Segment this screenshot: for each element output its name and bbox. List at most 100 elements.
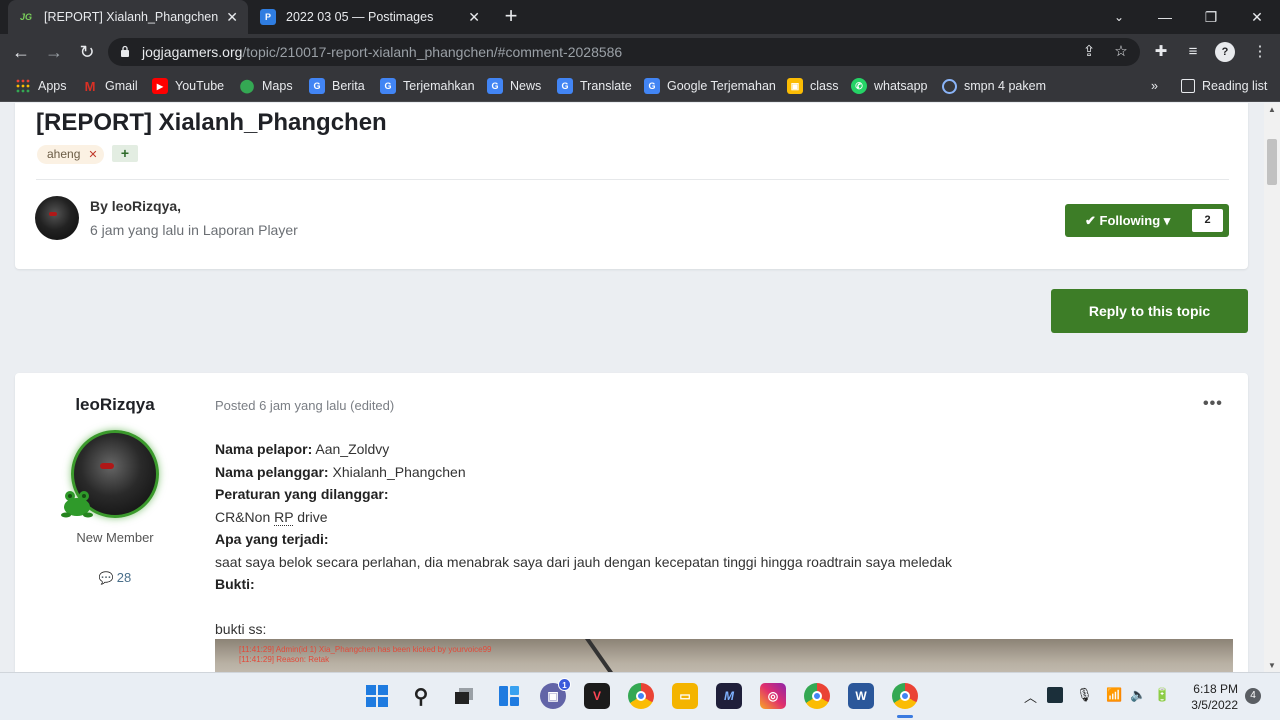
tab-title: [REPORT] Xialanh_Phangchen - L <box>44 10 219 24</box>
bookmark-news[interactable]: G News <box>487 77 541 95</box>
add-tag-button[interactable]: + <box>112 145 138 162</box>
post-count[interactable]: 💬 28 <box>15 570 215 585</box>
widgets-icon[interactable] <box>496 683 522 709</box>
restore-icon[interactable]: ❐ <box>1188 0 1234 34</box>
file-explorer-icon[interactable]: ▭ <box>672 683 698 709</box>
maps-pin-icon: ⬤ <box>239 78 255 93</box>
tab-report[interactable]: JG [REPORT] Xialanh_Phangchen - L ✕ <box>8 0 248 34</box>
lock-icon <box>121 45 129 57</box>
bookmark-google-terjemahan[interactable]: G Google Terjemahan <box>644 77 776 95</box>
post-line: Apa yang terjadi: <box>215 531 329 547</box>
postimages-favicon-icon: P <box>260 9 276 25</box>
clock-date: 3/5/2022 <box>1191 698 1238 712</box>
minimize-icon[interactable]: — <box>1142 0 1188 34</box>
tab-search-icon[interactable]: ⌄ <box>1096 0 1142 34</box>
microphone-icon[interactable]: 🎙 <box>1076 687 1093 703</box>
screenshot-log-line: [11:41:29] Admin(id 1) Xia_Phangchen has… <box>239 645 492 654</box>
address-bar[interactable]: jogjagamers.org/topic/210017-report-xial… <box>108 38 1140 66</box>
member-rank: New Member <box>76 530 154 545</box>
instagram-icon[interactable]: ◎ <box>760 683 786 709</box>
bookmark-whatsapp[interactable]: ✆ whatsapp <box>851 77 928 95</box>
google-translate-icon: G <box>380 78 396 94</box>
word-icon[interactable]: W <box>848 683 874 709</box>
tab-title: 2022 03 05 — Postimages <box>286 10 434 24</box>
windows-taskbar: ⚲ ▣ 1 V ▭ M ◎ W ︿ 🎙 📶 🔈 🔋 6:18 PM 3/5/202… <box>0 672 1280 720</box>
profile-avatar[interactable]: ? <box>1215 42 1235 62</box>
remove-tag-icon[interactable]: ✕ <box>88 149 97 161</box>
wifi-icon[interactable]: 📶 <box>1106 687 1122 703</box>
tray-overflow-icon[interactable]: ︿ <box>1024 687 1037 706</box>
active-app-indicator <box>897 715 913 718</box>
battery-icon[interactable]: 🔋 <box>1154 687 1170 703</box>
more-options-icon[interactable]: ••• <box>1203 395 1223 413</box>
start-icon[interactable] <box>364 683 390 709</box>
back-icon[interactable]: ← <box>9 40 33 64</box>
valorant-icon[interactable]: V <box>584 683 610 709</box>
bookmark-apps[interactable]: Apps <box>15 77 67 95</box>
chat-icon[interactable]: ▣ 1 <box>540 678 571 709</box>
post-line: Peraturan yang dilanggar: <box>215 486 389 502</box>
task-view-icon[interactable] <box>451 683 477 709</box>
clock[interactable]: 6:18 PM 3/5/2022 <box>1184 681 1238 713</box>
bookmark-star-icon[interactable]: ☆ <box>1112 43 1130 61</box>
bookmark-gmail[interactable]: M Gmail <box>82 77 138 95</box>
gmail-icon: M <box>84 78 96 94</box>
google-news-icon: G <box>487 78 503 94</box>
close-tab-icon[interactable]: ✕ <box>226 9 238 26</box>
media-app-icon[interactable]: M <box>716 683 742 709</box>
bookmark-terjemahkan[interactable]: G Terjemahkan <box>380 77 475 95</box>
tray-app-icon[interactable] <box>1047 687 1063 703</box>
tab-postimages[interactable]: P 2022 03 05 — Postimages ✕ <box>250 0 490 34</box>
close-tab-icon[interactable]: ✕ <box>468 9 480 26</box>
reading-list-button[interactable]: Reading list <box>1181 77 1267 95</box>
chat-badge: 1 <box>558 678 571 691</box>
chrome-profile-icon[interactable] <box>804 683 830 709</box>
bookmark-smpn4[interactable]: smpn 4 pakem <box>942 77 1046 95</box>
scroll-down-icon[interactable]: ▼ <box>1268 661 1276 670</box>
reply-to-topic-button[interactable]: Reply to this topic <box>1051 289 1248 333</box>
scroll-up-icon[interactable]: ▲ <box>1268 105 1276 114</box>
reload-icon[interactable]: ↻ <box>75 40 99 64</box>
menu-kebab-icon[interactable]: ⋮ <box>1250 42 1270 62</box>
media-control-icon[interactable]: ≡ <box>1183 42 1203 62</box>
bookmark-translate[interactable]: G Translate <box>557 77 632 95</box>
author-avatar[interactable] <box>35 196 79 240</box>
page-scrollbar[interactable]: ▲ ▼ <box>1264 103 1280 672</box>
bookmark-youtube[interactable]: ▶ YouTube <box>152 77 224 95</box>
extensions-icon[interactable]: ✚ <box>1151 42 1171 62</box>
post-author-name[interactable]: leoRizqya <box>15 395 215 415</box>
chrome-active-icon[interactable] <box>892 683 918 709</box>
share-icon[interactable]: ⇪ <box>1080 43 1098 61</box>
google-news-icon: G <box>309 78 325 94</box>
bookmark-class[interactable]: ▣ class <box>787 77 838 95</box>
bookmark-berita[interactable]: G Berita <box>309 77 365 95</box>
notification-badge[interactable]: 4 <box>1245 688 1261 704</box>
bookmarks-overflow-icon[interactable]: » <box>1151 77 1158 95</box>
topic-title: [REPORT] Xialanh_Phangchen <box>36 109 387 136</box>
author-byline[interactable]: By leoRizqya, <box>90 198 181 214</box>
post-timestamp[interactable]: Posted 6 jam yang lalu (edited) <box>215 398 394 413</box>
forward-icon[interactable]: → <box>42 40 66 64</box>
screenshot-log-line: [11:41:29] Reason: Retak <box>239 655 330 664</box>
search-icon[interactable]: ⚲ <box>408 683 434 709</box>
post-body: Nama pelapor: Aan_Zoldvy Nama pelanggar:… <box>215 441 952 644</box>
scrollbar-thumb[interactable] <box>1267 139 1277 185</box>
google-translate-icon: G <box>644 78 660 94</box>
post-line: saat saya belok secara perlahan, dia men… <box>215 553 953 570</box>
reading-list-icon <box>1181 79 1195 93</box>
jg-favicon-icon: JG <box>19 12 32 22</box>
following-button[interactable]: ✔ Following ▾ 2 <box>1065 204 1229 237</box>
classroom-icon: ▣ <box>787 78 803 94</box>
browser-toolbar: ← → ↻ jogjagamers.org/topic/210017-repor… <box>0 34 1280 70</box>
bookmark-maps[interactable]: ⬤ Maps <box>239 77 293 95</box>
topic-tag[interactable]: aheng ✕ <box>37 145 104 164</box>
new-tab-icon[interactable]: + <box>500 5 522 27</box>
apps-grid-icon <box>15 78 31 94</box>
close-window-icon[interactable]: ✕ <box>1234 0 1280 34</box>
follower-count[interactable]: 2 <box>1192 209 1223 232</box>
whatsapp-icon: ✆ <box>851 78 867 94</box>
chrome-icon[interactable] <box>628 683 654 709</box>
evidence-screenshot[interactable]: [11:41:29] Admin(id 1) Xia_Phangchen has… <box>215 639 1233 672</box>
post-card: leoRizqya New Member 💬 28 Posted 6 jam ya… <box>15 373 1248 672</box>
volume-icon[interactable]: 🔈 <box>1130 687 1146 703</box>
